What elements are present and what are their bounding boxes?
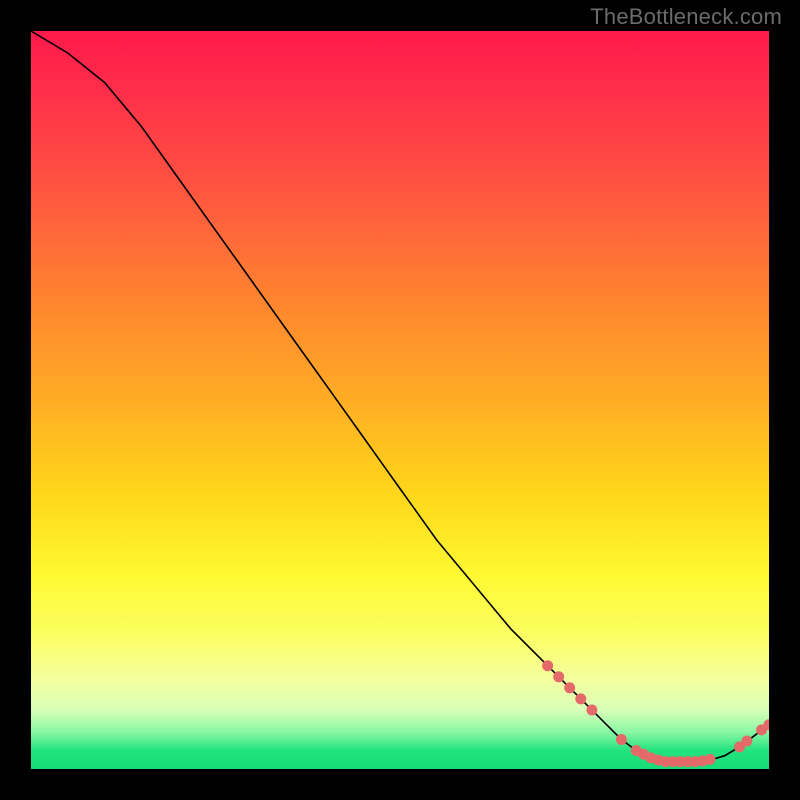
bottleneck-curve <box>31 31 769 762</box>
data-point <box>586 705 597 716</box>
highlight-points <box>542 660 769 767</box>
data-point <box>553 671 564 682</box>
watermark-text: TheBottleneck.com <box>590 4 782 30</box>
data-point <box>741 736 752 747</box>
curve-layer <box>31 31 769 769</box>
data-point <box>564 682 575 693</box>
data-point <box>542 660 553 671</box>
chart-container: TheBottleneck.com <box>0 0 800 800</box>
data-point <box>705 754 716 765</box>
data-point <box>616 734 627 745</box>
plot-area <box>31 31 769 769</box>
data-point <box>575 693 586 704</box>
